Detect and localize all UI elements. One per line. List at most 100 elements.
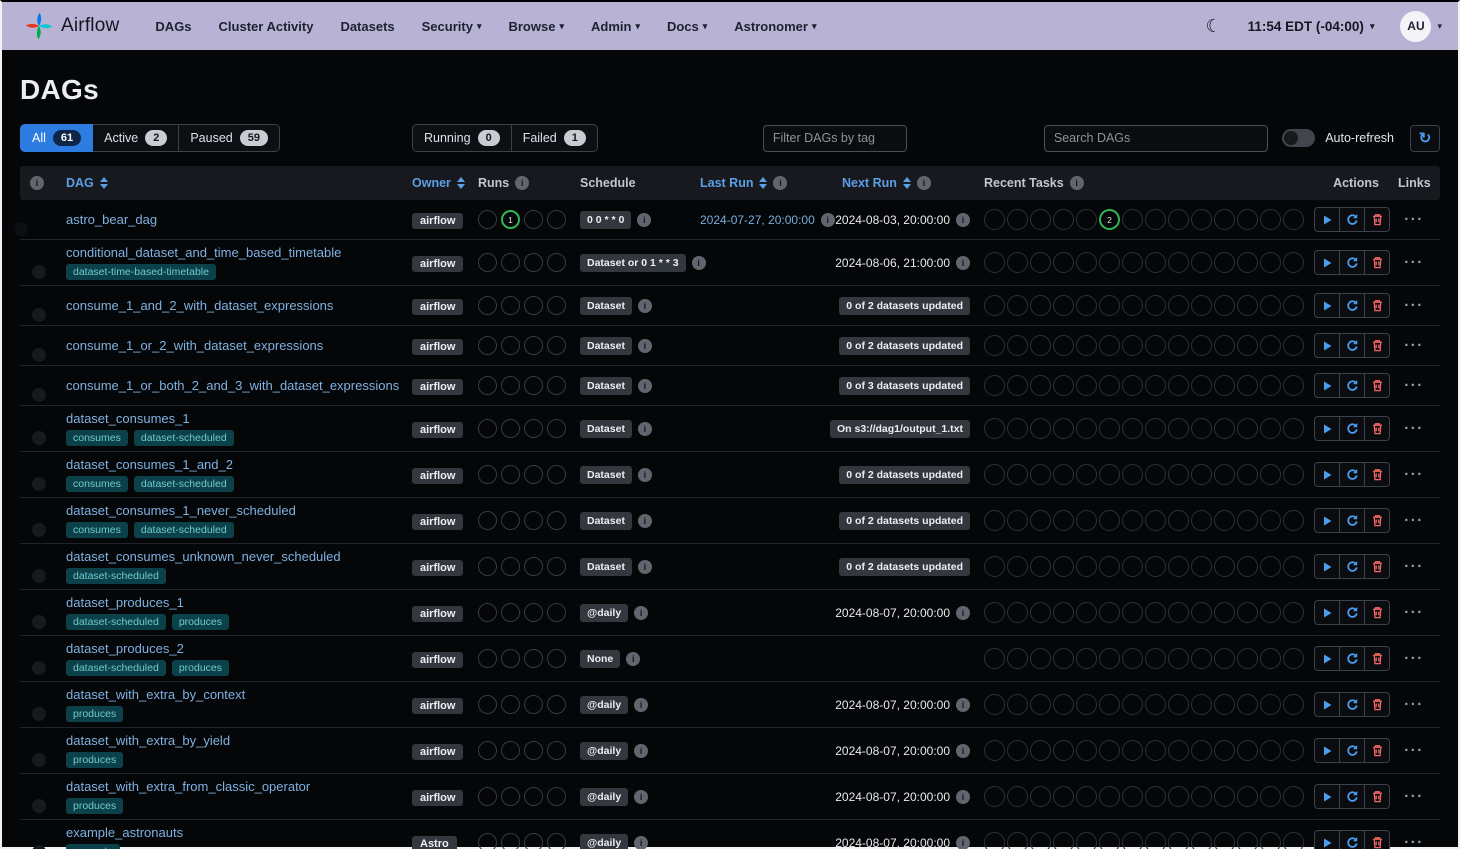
dag-tag[interactable]: dataset-scheduled [134,522,234,538]
recent-task-circle[interactable] [1030,832,1051,849]
recent-task-circle[interactable] [1030,209,1051,230]
delete-dag-button[interactable] [1364,462,1390,487]
run-status-circle[interactable] [478,833,497,849]
recent-task-circle[interactable] [1030,602,1051,623]
run-status-circle[interactable] [501,557,520,576]
recent-task-circle[interactable] [1076,694,1097,715]
dag-links-button[interactable]: ··· [1404,651,1424,666]
recent-task-circle[interactable] [1283,786,1304,807]
recent-task-circle[interactable] [1191,694,1212,715]
recent-task-circle[interactable] [1260,740,1281,761]
recent-task-circle[interactable] [1283,740,1304,761]
recent-task-circle[interactable] [984,375,1005,396]
recent-task-circle[interactable] [1214,209,1235,230]
recent-task-circle[interactable] [1099,648,1120,669]
trigger-dag-button[interactable] [1314,207,1340,232]
recent-task-circle[interactable] [984,464,1005,485]
owner-badge[interactable]: airflow [412,606,463,622]
dag-tag[interactable]: dataset-scheduled [66,568,166,584]
recent-task-circle[interactable] [1122,295,1143,316]
trigger-dag-button[interactable] [1314,293,1340,318]
recent-task-circle[interactable] [1076,786,1097,807]
recent-task-circle[interactable] [1053,335,1074,356]
filter-running-button[interactable]: Running0 [412,124,512,152]
run-status-circle[interactable] [478,465,497,484]
run-status-circle[interactable] [547,376,566,395]
run-status-circle[interactable] [501,511,520,530]
dag-links-button[interactable]: ··· [1404,298,1424,313]
recent-task-circle[interactable] [1053,418,1074,439]
recent-task-circle[interactable] [1007,209,1028,230]
dag-tag[interactable]: consumes [66,476,128,492]
run-status-circle[interactable] [501,419,520,438]
tag-filter-input[interactable] [763,125,907,152]
recent-task-circle[interactable] [1122,209,1143,230]
reparse-dag-button[interactable] [1339,600,1365,625]
dag-name-link[interactable]: dataset_produces_2 [66,641,184,656]
trigger-dag-button[interactable] [1314,646,1340,671]
run-status-circle[interactable] [524,833,543,849]
recent-task-circle[interactable] [1260,694,1281,715]
delete-dag-button[interactable] [1364,554,1390,579]
recent-task-circle[interactable] [1283,335,1304,356]
dag-name-link[interactable]: consume_1_or_both_2_and_3_with_dataset_e… [66,378,399,393]
recent-task-circle[interactable] [1168,335,1189,356]
delete-dag-button[interactable] [1364,738,1390,763]
nav-item-astronomer[interactable]: Astronomer▾ [734,19,816,34]
recent-task-circle[interactable] [984,556,1005,577]
recent-task-circle[interactable] [1237,295,1258,316]
recent-task-circle[interactable] [1007,832,1028,849]
owner-badge[interactable]: airflow [412,299,463,315]
filter-paused-button[interactable]: Paused59 [178,124,280,152]
run-status-circle[interactable] [524,695,543,714]
recent-task-circle[interactable] [1237,252,1258,273]
recent-task-circle[interactable] [1030,252,1051,273]
dag-links-button[interactable]: ··· [1404,338,1424,353]
recent-task-circle[interactable] [1053,295,1074,316]
recent-task-circle[interactable] [1122,602,1143,623]
recent-task-circle[interactable] [1145,602,1166,623]
reparse-dag-button[interactable] [1339,373,1365,398]
recent-task-circle[interactable] [1122,740,1143,761]
recent-task-circle[interactable] [1007,252,1028,273]
recent-task-circle[interactable] [984,510,1005,531]
recent-task-circle[interactable] [1214,740,1235,761]
recent-task-circle[interactable] [1099,418,1120,439]
delete-dag-button[interactable] [1364,250,1390,275]
run-status-circle[interactable] [501,253,520,272]
recent-task-circle[interactable] [1260,648,1281,669]
recent-task-circle[interactable] [1283,375,1304,396]
reparse-dag-button[interactable] [1339,207,1365,232]
recent-task-circle[interactable] [1214,252,1235,273]
delete-dag-button[interactable] [1364,373,1390,398]
recent-task-circle[interactable] [1168,418,1189,439]
recent-task-circle[interactable] [1145,295,1166,316]
recent-task-circle[interactable] [1053,648,1074,669]
dag-tag[interactable]: dataset-time-based-timetable [66,264,216,280]
recent-task-circle[interactable] [1260,209,1281,230]
recent-task-circle[interactable] [1053,740,1074,761]
dag-name-link[interactable]: astro_bear_dag [66,212,157,227]
recent-task-circle[interactable] [1214,556,1235,577]
recent-task-circle[interactable] [1007,335,1028,356]
recent-task-circle[interactable] [1076,464,1097,485]
owner-badge[interactable]: airflow [412,744,463,760]
recent-task-circle[interactable] [1168,786,1189,807]
run-status-circle[interactable] [524,336,543,355]
reparse-dag-button[interactable] [1339,554,1365,579]
recent-task-circle[interactable] [1191,335,1212,356]
recent-task-circle[interactable] [1145,209,1166,230]
recent-task-circle[interactable] [1168,648,1189,669]
run-status-circle[interactable] [478,741,497,760]
delete-dag-button[interactable] [1364,333,1390,358]
recent-task-circle[interactable] [1168,295,1189,316]
recent-task-circle[interactable] [1076,648,1097,669]
recent-task-circle[interactable] [1168,832,1189,849]
dag-links-button[interactable]: ··· [1404,467,1424,482]
recent-task-circle[interactable] [1260,510,1281,531]
nav-item-admin[interactable]: Admin▾ [591,19,640,34]
recent-task-circle[interactable] [1122,335,1143,356]
recent-task-circle[interactable] [1099,464,1120,485]
run-status-circle[interactable] [501,465,520,484]
recent-task-circle[interactable] [1191,252,1212,273]
